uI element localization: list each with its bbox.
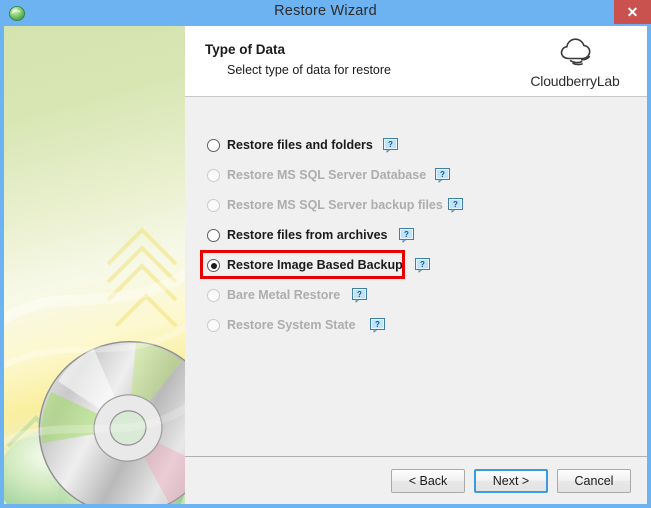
banner-illustration bbox=[4, 227, 185, 504]
svg-text:?: ? bbox=[357, 290, 362, 299]
wizard-client-area: Type of Data Select type of data for res… bbox=[4, 26, 647, 504]
close-icon: ✕ bbox=[626, 4, 639, 20]
option-label: Restore files and folders bbox=[227, 138, 373, 152]
radio-selected-dot bbox=[210, 262, 217, 269]
window-title: Restore Wizard bbox=[274, 3, 377, 19]
help-icon[interactable]: ? bbox=[435, 168, 450, 183]
wizard-footer: < Back Next > Cancel bbox=[185, 456, 647, 504]
back-button[interactable]: < Back bbox=[391, 469, 465, 493]
svg-text:?: ? bbox=[388, 140, 393, 149]
option-label: Restore files from archives bbox=[227, 228, 388, 242]
radio-restore-files-from-archives[interactable] bbox=[207, 229, 220, 242]
wizard-panel: Type of Data Select type of data for res… bbox=[185, 26, 647, 504]
svg-text:?: ? bbox=[375, 320, 380, 329]
help-icon[interactable]: ? bbox=[370, 318, 385, 333]
help-icon[interactable]: ? bbox=[383, 138, 398, 153]
page-title: Type of Data bbox=[205, 42, 286, 57]
radio-restore-image-based-backup[interactable] bbox=[207, 259, 220, 272]
help-icon[interactable]: ? bbox=[448, 198, 463, 213]
cloud-logo-icon bbox=[556, 34, 596, 75]
help-icon[interactable]: ? bbox=[352, 288, 367, 303]
radio-restore-ms-sql-server-backup-files bbox=[207, 199, 220, 212]
page-subtitle: Select type of data for restore bbox=[227, 63, 391, 77]
radio-restore-files-and-folders[interactable] bbox=[207, 139, 220, 152]
svg-text:?: ? bbox=[440, 170, 445, 179]
brand-logo-block: CloudberryLab bbox=[515, 32, 635, 94]
next-button[interactable]: Next > bbox=[474, 469, 548, 493]
restore-wizard-window: Restore Wizard ✕ Type of Data Select typ… bbox=[0, 0, 651, 508]
option-label: Restore Image Based Backup bbox=[227, 258, 403, 272]
data-type-radio-group: Restore files and folders ? Restore MS S… bbox=[185, 96, 647, 456]
radio-bare-metal-restore bbox=[207, 289, 220, 302]
option-label: Restore MS SQL Server backup files bbox=[227, 198, 443, 212]
radio-restore-ms-sql-server-database bbox=[207, 169, 220, 182]
panel-header: Type of Data Select type of data for res… bbox=[185, 26, 647, 97]
option-label: Restore MS SQL Server Database bbox=[227, 168, 427, 182]
brand-name: CloudberryLab bbox=[530, 73, 620, 89]
svg-text:?: ? bbox=[404, 230, 409, 239]
radio-restore-system-state bbox=[207, 319, 220, 332]
option-label: Restore System State bbox=[227, 318, 356, 332]
cancel-button[interactable]: Cancel bbox=[557, 469, 631, 493]
svg-text:?: ? bbox=[453, 200, 458, 209]
wizard-banner bbox=[4, 26, 185, 504]
close-button[interactable]: ✕ bbox=[614, 0, 651, 24]
help-icon[interactable]: ? bbox=[415, 258, 430, 273]
option-label: Bare Metal Restore bbox=[227, 288, 341, 302]
svg-text:?: ? bbox=[420, 260, 425, 269]
title-bar: Restore Wizard ✕ bbox=[0, 0, 651, 26]
help-icon[interactable]: ? bbox=[399, 228, 414, 243]
